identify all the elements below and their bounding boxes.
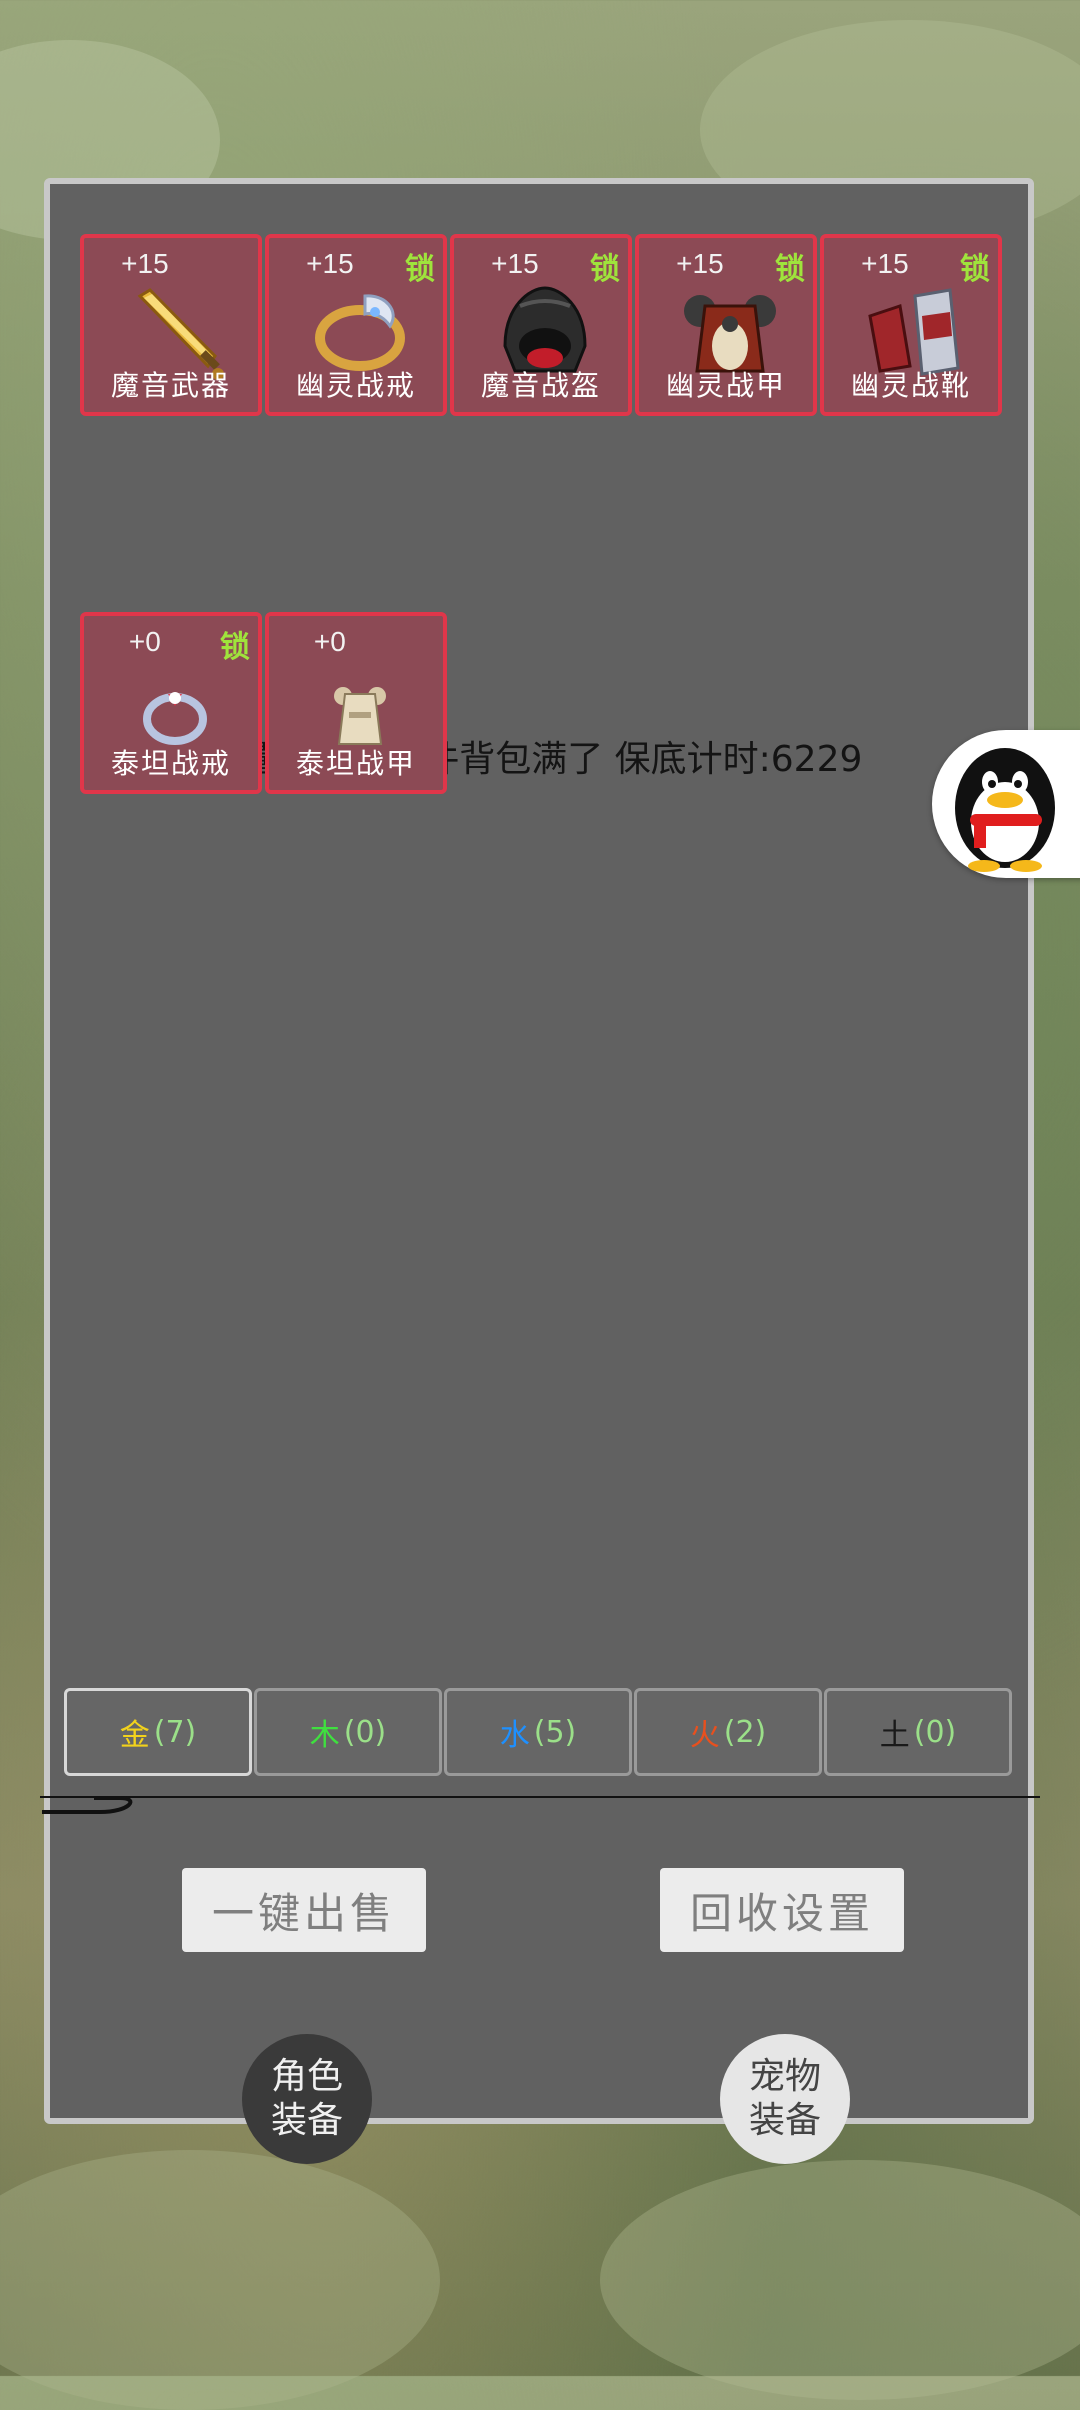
tab-label: 水 (499, 1718, 530, 1753)
inventory-panel: +15 魔音武器 +15 锁 幽灵战戒 +15 锁 魔音战盔 +15 锁 幽灵战… (44, 178, 1034, 2164)
tab-label: 木 (309, 1718, 340, 1753)
item-name: 幽灵战戒 (295, 369, 416, 402)
equipped-slot-armor[interactable]: +15 锁 幽灵战甲 (635, 234, 817, 416)
equipped-slot-weapon[interactable]: +15 魔音武器 (80, 234, 262, 416)
tab-metal[interactable]: 金 (7) (64, 1688, 252, 1776)
divider-line (40, 1796, 1040, 1798)
recycle-settings-button[interactable]: 回收设置 (660, 1868, 904, 1952)
item-name: 泰坦战甲 (295, 747, 416, 780)
equipped-slot-helmet[interactable]: +15 锁 魔音战盔 (450, 234, 632, 416)
item-name: 魔音武器 (110, 369, 231, 402)
tab-count: (5) (533, 1714, 577, 1750)
tab-label: 金 (119, 1718, 150, 1753)
bag-item[interactable]: +0 泰坦战甲 (265, 612, 447, 794)
qq-float-button[interactable] (932, 730, 1080, 878)
tab-count: (2) (723, 1714, 767, 1750)
sell-all-button[interactable]: 一键出售 (182, 1868, 426, 1952)
pet-equipment-button[interactable]: 宠物 装备 (720, 2034, 850, 2164)
tab-count: (0) (913, 1714, 957, 1750)
item-name: 幽灵战靴 (850, 369, 971, 402)
tab-wood[interactable]: 木 (0) (254, 1688, 442, 1776)
equipped-slot-ring[interactable]: +15 锁 幽灵战戒 (265, 234, 447, 416)
tab-count: (7) (153, 1714, 197, 1750)
item-name: 幽灵战甲 (665, 369, 786, 402)
tab-label: 火 (689, 1718, 720, 1753)
qq-penguin-icon (955, 748, 1055, 872)
tab-earth[interactable]: 土 (0) (824, 1688, 1012, 1776)
bg-cloud (600, 2160, 1080, 2400)
button-label: 装备 (270, 2100, 343, 2141)
tab-water[interactable]: 水 (5) (444, 1688, 632, 1776)
bg-cloud (0, 2150, 440, 2410)
item-name: 泰坦战戒 (110, 747, 231, 780)
bag-item[interactable]: +0 锁 泰坦战戒 (80, 612, 262, 794)
scroll-flourish-icon (42, 1796, 133, 1814)
tab-label: 土 (879, 1718, 910, 1753)
character-equipment-button[interactable]: 角色 装备 (242, 2034, 372, 2164)
equipped-slot-boots[interactable]: +15 锁 幽灵战靴 (820, 234, 1002, 416)
item-name: 魔音战盔 (480, 369, 601, 402)
button-label: 装备 (748, 2100, 821, 2141)
tab-count: (0) (343, 1714, 387, 1750)
button-label: 角色 (270, 2056, 343, 2097)
tab-fire[interactable]: 火 (2) (634, 1688, 822, 1776)
button-label: 宠物 (748, 2056, 821, 2097)
